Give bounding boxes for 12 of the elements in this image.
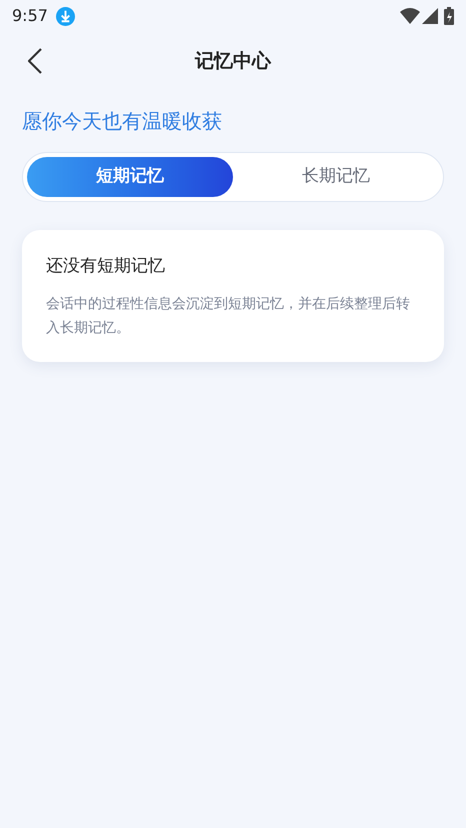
tab[interactable]: 长期记忆 [233, 157, 439, 197]
download-icon [56, 6, 75, 26]
greeting-text: 愿你今天也有温暖收获 [22, 108, 223, 135]
back-icon [28, 48, 42, 74]
status-time: 9:57 [12, 5, 48, 27]
empty-description: 会话中的过程性信息会沉淀到短期记忆，并在后续整理后转入长期记忆。 [46, 294, 411, 338]
empty-title: 还没有短期记忆 [46, 255, 166, 278]
tab[interactable]: 短期记忆 [27, 157, 233, 197]
battery-icon [444, 7, 454, 25]
signal-icon [422, 8, 438, 24]
page-title: 记忆中心 [195, 48, 271, 74]
wifi-icon [400, 8, 420, 24]
